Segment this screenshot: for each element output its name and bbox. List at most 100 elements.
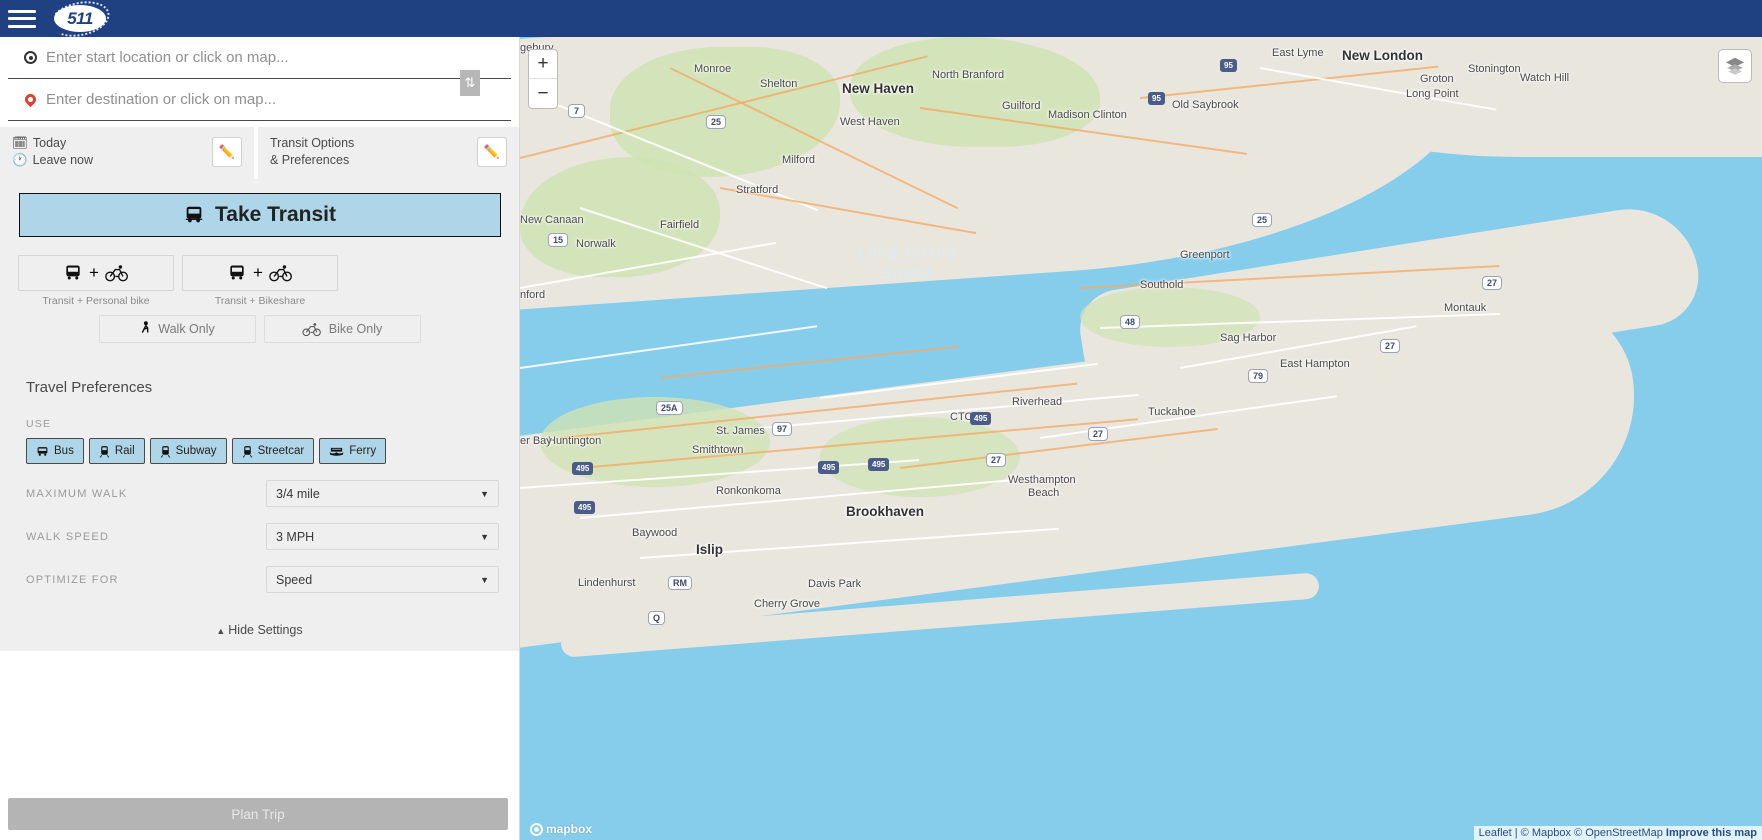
map-place-label: Shelton [760, 78, 798, 90]
optimize-for-value: Speed [276, 572, 313, 587]
streetcar-icon [242, 445, 252, 458]
take-transit-button[interactable]: Take Transit [18, 193, 501, 237]
bus-icon [37, 446, 48, 456]
use-mode-bus[interactable]: Bus [26, 438, 84, 464]
map-zoom-control[interactable]: + − [528, 49, 558, 109]
highway-shield: 27 [1482, 276, 1503, 290]
transit-bikeshare-option[interactable]: + Transit + Bikeshare [182, 255, 338, 307]
origin-dot-icon [22, 51, 44, 64]
chevron-up-icon: ▲ [216, 626, 226, 636]
map-place-label: Tuckahoe [1148, 406, 1196, 418]
optimize-for-row: OPTIMIZE FOR Speed ▼ [26, 566, 501, 593]
prefs-line-2: & Preferences [270, 153, 350, 167]
map-place-label: Long Point [1406, 88, 1459, 100]
rail-icon [99, 445, 110, 458]
panel-body: Take Transit + Transit + Personal bike +… [0, 179, 519, 651]
hide-settings-toggle[interactable]: ▲ Hide Settings [18, 623, 501, 651]
highway-shield: 27 [1380, 339, 1401, 353]
use-mode-subway[interactable]: Subway [149, 438, 227, 464]
map-place-label: Ronkonkoma [716, 485, 781, 497]
use-mode-ferry[interactable]: Ferry [319, 438, 387, 464]
highway-shield: 495 [818, 461, 840, 474]
map-place-label: New Canaan [520, 214, 584, 226]
attribution-osm[interactable]: © OpenStreetMap [1574, 827, 1663, 839]
map-place-label: Brookhaven [846, 504, 925, 519]
map-place-label: Baywood [632, 527, 678, 539]
plan-trip-button[interactable]: Plan Trip [8, 798, 508, 830]
edit-preferences-button[interactable]: ✏️ [477, 137, 507, 167]
zoom-out-button[interactable]: − [529, 79, 557, 108]
highway-shield: 27 [1088, 427, 1109, 441]
map-road [659, 345, 959, 379]
bike-only-label: Bike Only [328, 322, 383, 336]
use-mode-ferry-label: Ferry [349, 445, 377, 457]
zoom-in-button[interactable]: + [529, 50, 557, 79]
map-water-label: Long Island Sound [858, 244, 958, 281]
plus-sign: + [253, 263, 263, 282]
transit-bikeshare-button[interactable]: + [182, 255, 338, 291]
bus-icon [230, 265, 244, 280]
use-modes-row: Bus Rail Subway Streetcar Ferry [26, 438, 501, 464]
walk-speed-row: WALK SPEED 3 MPH ▼ [26, 523, 501, 550]
map-place-label: Norwalk [576, 238, 616, 250]
chevron-down-icon: ▼ [480, 574, 489, 585]
swap-locations-button[interactable]: ⇅ [460, 70, 480, 96]
start-location-input[interactable] [44, 48, 497, 67]
maximum-walk-select[interactable]: 3/4 mile ▼ [266, 480, 499, 507]
bike-icon [302, 322, 321, 336]
when-card[interactable]: 🗓 Today 🕐 Leave now ✏️ [0, 127, 258, 179]
map-place-label: New London [1342, 48, 1423, 63]
map-place-label: Greenport [1180, 249, 1230, 261]
attribution-sep: | [1511, 827, 1521, 839]
map-place-label: Old Saybrook [1172, 99, 1239, 111]
edit-when-button[interactable]: ✏️ [212, 137, 242, 167]
highway-shield: 97 [772, 422, 793, 436]
highway-shield: 95 [1148, 92, 1165, 105]
ferry-icon [329, 447, 344, 456]
walk-speed-label: WALK SPEED [26, 530, 110, 543]
map-place-label: Lindenhurst [578, 577, 636, 589]
when-time-label: Leave now [32, 153, 94, 167]
highway-shield: 15 [548, 233, 569, 247]
options-strip: 🗓 Today 🕐 Leave now ✏️ Transit Options &… [0, 127, 519, 179]
pencil-icon: ✏️ [483, 144, 501, 159]
highway-shield: 95 [1220, 59, 1237, 72]
map-place-label: East Hampton [1280, 358, 1350, 370]
use-mode-streetcar-label: Streetcar [257, 445, 305, 457]
hamburger-menu-icon[interactable] [8, 8, 36, 30]
layers-stack-icon [1725, 57, 1745, 75]
destination-input[interactable] [44, 90, 497, 109]
use-mode-rail-label: Rail [114, 445, 135, 457]
when-day-label: Today [32, 136, 67, 151]
map-place-label: Islip [696, 542, 724, 557]
start-location-row[interactable] [8, 37, 511, 79]
highway-shield: 495 [574, 501, 596, 514]
use-mode-rail[interactable]: Rail [88, 438, 145, 464]
brand-511-logo[interactable]: 511 [47, 0, 113, 42]
chevron-down-icon: ▼ [480, 488, 489, 499]
trip-planner-panel: ⇅ 🗓 Today 🕐 Leave now [0, 37, 520, 840]
take-transit-label: Take Transit [215, 203, 336, 226]
transit-personal-bike-option[interactable]: + Transit + Personal bike [18, 255, 174, 307]
attribution-mapbox[interactable]: © Mapbox [1521, 827, 1571, 839]
map-place-label: Beach [1028, 487, 1060, 499]
panel-spacer [0, 651, 519, 685]
walk-only-button[interactable]: Walk Only [98, 315, 256, 343]
attribution-leaflet[interactable]: Leaflet [1479, 827, 1512, 839]
highway-shield: Q [648, 611, 666, 625]
map-place-label: Riverhead [1012, 396, 1063, 408]
map-place-label: New Haven [842, 81, 915, 96]
walk-speed-select[interactable]: 3 MPH ▼ [266, 523, 499, 550]
use-mode-bus-label: Bus [54, 445, 74, 457]
destination-location-row[interactable] [8, 79, 511, 121]
optimize-for-select[interactable]: Speed ▼ [266, 566, 499, 593]
transit-personal-bike-button[interactable]: + [18, 255, 174, 291]
bike-only-button[interactable]: Bike Only [263, 315, 421, 343]
map-place-label: West Haven [840, 116, 900, 128]
transit-options-card[interactable]: Transit Options & Preferences ✏️ [258, 127, 519, 179]
use-mode-streetcar[interactable]: Streetcar [231, 438, 315, 464]
attribution-improve-link[interactable]: Improve this map [1666, 827, 1757, 839]
mapbox-logo[interactable]: mapbox [530, 822, 592, 836]
map-canvas[interactable]: gebury Monroe Shelton New Haven North Branfo… [520, 37, 1762, 840]
map-layers-button[interactable] [1718, 49, 1752, 83]
